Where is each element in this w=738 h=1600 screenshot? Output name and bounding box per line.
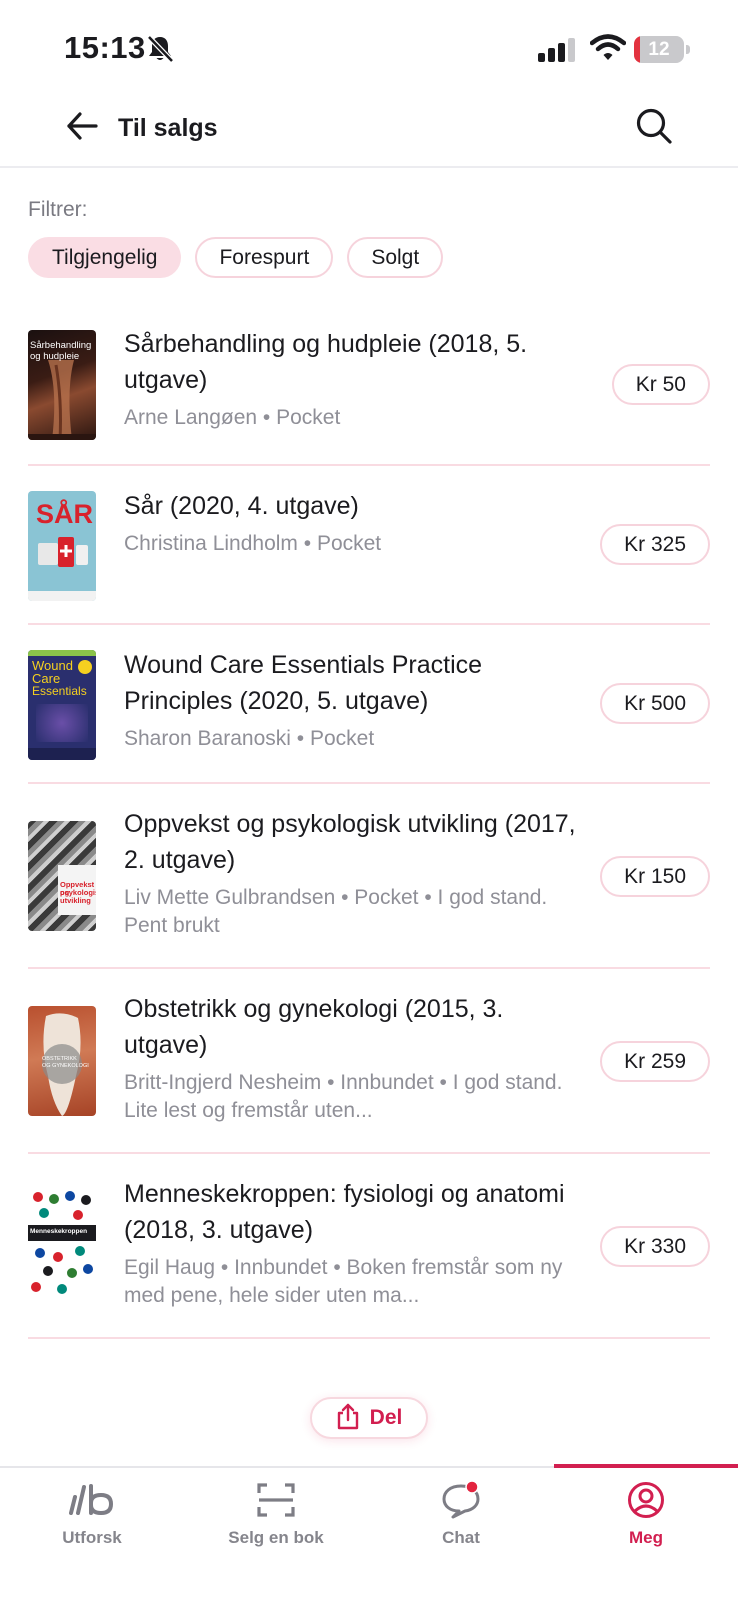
profile-icon bbox=[622, 1478, 670, 1522]
nav-item-chat[interactable]: Chat bbox=[369, 1468, 553, 1578]
nav-label: Selg en bok bbox=[228, 1528, 324, 1547]
cover-title: SÅR bbox=[36, 499, 94, 529]
price-tag[interactable]: Kr 150 bbox=[600, 856, 710, 897]
nav-item-meg[interactable]: Meg bbox=[554, 1468, 738, 1578]
book-meta: Liv Mette Gulbrandsen • Pocket • I god s… bbox=[124, 886, 548, 937]
battery-icon: 12 bbox=[634, 36, 690, 63]
bell-slash-icon bbox=[146, 34, 174, 64]
cover-title: Menneskekroppen bbox=[30, 1228, 88, 1235]
status-time: 15:13 bbox=[64, 30, 146, 65]
filter-chip-forespurt[interactable]: Forespurt bbox=[195, 237, 334, 278]
nav-item-selg-en-bok[interactable]: Selg en bok bbox=[184, 1468, 368, 1578]
cover-title-line-3: Essentials bbox=[32, 684, 87, 698]
nav-label: Meg bbox=[629, 1528, 663, 1547]
search-icon bbox=[635, 107, 673, 150]
book-cover-image: Menneskekroppen bbox=[28, 1191, 96, 1301]
app-header: Til salgs bbox=[0, 92, 738, 168]
book-meta: Egil Haug • Innbundet • Boken fremstår s… bbox=[124, 1256, 563, 1307]
book-title: Wound Care Essentials Practice Principle… bbox=[124, 651, 483, 715]
book-cover-image: Oppvekst og psykologisk utvikling bbox=[28, 821, 96, 931]
book-cover-image: SÅR bbox=[28, 491, 96, 601]
filter-chip-solgt[interactable]: Solgt bbox=[347, 237, 444, 278]
cover-subtitle: og hudpleie bbox=[30, 351, 80, 362]
chat-icon bbox=[437, 1478, 485, 1522]
list-item[interactable]: SÅR Sår (2020, 4. utgave) Christina Lind… bbox=[28, 466, 710, 625]
cellular-signal-icon bbox=[538, 38, 578, 62]
book-title: Sår (2020, 4. utgave) bbox=[124, 492, 359, 520]
list-item[interactable]: Menneskekroppen Menneskekroppen: fysiolo… bbox=[28, 1154, 710, 1339]
book-meta: Arne Langøen • Pocket bbox=[124, 406, 341, 429]
price-tag[interactable]: Kr 325 bbox=[600, 524, 710, 565]
status-bar: 15:13 12 bbox=[0, 0, 738, 100]
search-button[interactable] bbox=[632, 106, 676, 150]
battery-level: 12 bbox=[648, 39, 670, 60]
list-item[interactable]: Wound Care Essentials Wound Care Essenti… bbox=[28, 625, 710, 784]
page-title: Til salgs bbox=[118, 114, 218, 142]
price-tag[interactable]: Kr 500 bbox=[600, 683, 710, 724]
filter-chip-tilgjengelig[interactable]: Tilgjengelig bbox=[28, 237, 182, 278]
book-cover-image: Wound Care Essentials bbox=[28, 650, 96, 760]
nav-item-utforsk[interactable]: Utforsk bbox=[0, 1468, 184, 1578]
book-meta: Britt-Ingjerd Nesheim • Innbundet • I go… bbox=[124, 1071, 563, 1122]
share-icon bbox=[336, 1402, 360, 1435]
nav-label: Utforsk bbox=[62, 1528, 122, 1547]
arrow-left-icon bbox=[65, 111, 99, 146]
book-title: Obstetrikk og gynekologi (2015, 3. utgav… bbox=[124, 995, 504, 1059]
book-meta: Sharon Baranoski • Pocket bbox=[124, 727, 375, 750]
list-item[interactable]: OBSTETRIKK OG GYNEKOLOGI Obstetrikk og g… bbox=[28, 969, 710, 1154]
bottom-navigation: Utforsk Selg en bok Chat Meg bbox=[0, 1464, 738, 1600]
wifi-icon bbox=[589, 34, 627, 62]
book-title: Oppvekst og psykologisk utvikling (2017,… bbox=[124, 810, 576, 874]
nav-label: Chat bbox=[442, 1528, 480, 1547]
book-title: Menneskekroppen: fysiologi og anatomi (2… bbox=[124, 1180, 565, 1244]
price-tag[interactable]: Kr 330 bbox=[600, 1226, 710, 1267]
book-cover-image: Sårbehandling og hudpleie bbox=[28, 330, 96, 440]
list-item[interactable]: Oppvekst og psykologisk utvikling Oppvek… bbox=[28, 784, 710, 969]
book-cover-image: OBSTETRIKK OG GYNEKOLOGI bbox=[28, 1006, 96, 1116]
cover-title-line-1: OBSTETRIKK bbox=[42, 1056, 77, 1062]
share-label: Del bbox=[369, 1406, 403, 1429]
scan-icon bbox=[252, 1478, 300, 1522]
book-meta: Christina Lindholm • Pocket bbox=[124, 532, 382, 555]
price-tag[interactable]: Kr 259 bbox=[600, 1041, 710, 1082]
cover-title-line-3: utvikling bbox=[60, 896, 91, 905]
share-button[interactable]: Del bbox=[310, 1397, 428, 1439]
book-title: Sårbehandling og hudpleie (2018, 5. utga… bbox=[124, 330, 528, 394]
cover-title-line-2: OG GYNEKOLOGI bbox=[42, 1063, 89, 1069]
filter-chips: Tilgjengelig Forespurt Solgt bbox=[28, 237, 444, 278]
list-item[interactable]: Sårbehandling og hudpleie Sårbehandling … bbox=[28, 300, 710, 466]
price-tag[interactable]: Kr 50 bbox=[611, 364, 710, 405]
back-button[interactable] bbox=[62, 108, 102, 148]
book-list: Sårbehandling og hudpleie Sårbehandling … bbox=[28, 300, 710, 1339]
logo-icon bbox=[68, 1478, 116, 1522]
cover-title: Sårbehandling bbox=[30, 340, 92, 351]
filter-label: Filtrer: bbox=[28, 198, 88, 221]
